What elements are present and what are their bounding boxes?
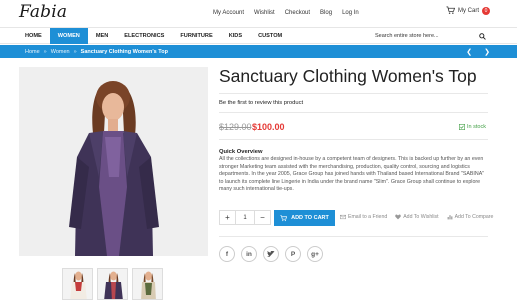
breadcrumb: Home » Women » Sanctuary Clothing Women'… <box>25 45 168 58</box>
search-box <box>375 28 493 44</box>
google-plus-icon[interactable]: g+ <box>307 246 323 262</box>
review-link[interactable]: Be the first to review this product <box>219 100 303 106</box>
search-icon[interactable] <box>479 32 486 40</box>
breadcrumb-separator: » <box>73 48 77 55</box>
pinterest-icon[interactable]: P <box>285 246 301 262</box>
envelope-icon <box>340 214 346 220</box>
divider <box>219 139 488 140</box>
add-to-compare-link[interactable]: Add To Compare <box>447 214 494 220</box>
previous-product-icon[interactable]: ❮ <box>466 48 472 56</box>
search-input[interactable] <box>375 33 475 39</box>
top-header: Fabia My Account Wishlist Checkout Blog … <box>0 0 517 26</box>
divider <box>219 112 488 113</box>
quantity-input[interactable]: 1 <box>235 211 255 224</box>
quantity-stepper: + 1 − <box>219 210 271 225</box>
heart-icon <box>395 214 401 220</box>
nav-item-custom[interactable]: CUSTOM <box>250 28 290 44</box>
social-share: f in P g+ <box>219 246 323 262</box>
twitter-icon[interactable] <box>263 246 279 262</box>
cart-icon <box>280 214 288 221</box>
nav-item-home[interactable]: HOME <box>17 28 50 44</box>
overview-heading: Quick Overview <box>219 149 263 155</box>
linkedin-icon[interactable]: in <box>241 246 257 262</box>
bar-chart-icon <box>447 215 452 220</box>
breadcrumb-home[interactable]: Home <box>25 49 40 55</box>
divider <box>219 93 488 94</box>
cart-count-badge: 0 <box>482 6 490 15</box>
thumbnail-2[interactable] <box>97 268 128 300</box>
top-link-wishlist[interactable]: Wishlist <box>254 10 275 16</box>
breadcrumb-current: Sanctuary Clothing Women's Top <box>80 48 168 55</box>
nav-item-women[interactable]: WOMEN <box>49 28 88 44</box>
nav-item-men[interactable]: MEN <box>88 28 116 44</box>
model-photo <box>19 67 208 256</box>
special-price: $100.00 <box>252 122 285 132</box>
next-product-icon[interactable]: ❯ <box>484 48 490 56</box>
old-price: $129.00 <box>219 122 252 132</box>
site-logo[interactable]: Fabia <box>19 2 67 22</box>
cart-icon <box>446 6 455 14</box>
divider <box>219 236 488 237</box>
thumbnail-strip <box>62 268 163 300</box>
breadcrumb-separator: » <box>43 48 47 55</box>
top-link-log-in[interactable]: Log In <box>342 10 359 16</box>
breadcrumb-women[interactable]: Women <box>51 49 70 55</box>
top-links: My Account Wishlist Checkout Blog Log In <box>213 10 359 16</box>
add-to-cart-button[interactable]: ADD TO CART <box>274 210 335 226</box>
stock-label: In stock <box>467 124 486 130</box>
nav-item-furniture[interactable]: FURNITURE <box>172 28 220 44</box>
mini-cart[interactable]: My Cart 0 <box>446 6 490 15</box>
stock-status: In stock <box>459 124 486 130</box>
add-to-cart-label: ADD TO CART <box>291 215 329 221</box>
nav-item-electronics[interactable]: ELECTRONICS <box>116 28 172 44</box>
email-friend-link[interactable]: Email to a Friend <box>340 214 387 220</box>
top-link-blog[interactable]: Blog <box>320 10 332 16</box>
quantity-decrease-button[interactable]: − <box>255 211 270 224</box>
product-actions: Email to a Friend Add To Wishlist Add To… <box>340 214 493 220</box>
top-link-my-account[interactable]: My Account <box>213 10 244 16</box>
email-friend-label: Email to a Friend <box>348 214 388 220</box>
add-to-wishlist-link[interactable]: Add To Wishlist <box>395 214 439 220</box>
add-to-wishlist-label: Add To Wishlist <box>403 214 439 220</box>
cart-label: My Cart <box>458 7 479 14</box>
add-to-compare-label: Add To Compare <box>454 214 494 220</box>
breadcrumb-bar: Home » Women » Sanctuary Clothing Women'… <box>0 45 517 58</box>
facebook-icon[interactable]: f <box>219 246 235 262</box>
check-icon <box>459 124 465 130</box>
top-link-checkout[interactable]: Checkout <box>285 10 310 16</box>
product-main-image[interactable] <box>19 67 208 256</box>
thumbnail-1[interactable] <box>62 268 93 300</box>
quantity-increase-button[interactable]: + <box>220 211 235 224</box>
thumbnail-3[interactable] <box>132 268 163 300</box>
nav-item-kids[interactable]: KIDS <box>221 28 250 44</box>
main-nav: HOME WOMEN MEN ELECTRONICS FURNITURE KID… <box>0 27 517 44</box>
product-title: Sanctuary Clothing Women's Top <box>219 66 477 86</box>
overview-text: All the collections are designed in-hous… <box>219 156 485 193</box>
